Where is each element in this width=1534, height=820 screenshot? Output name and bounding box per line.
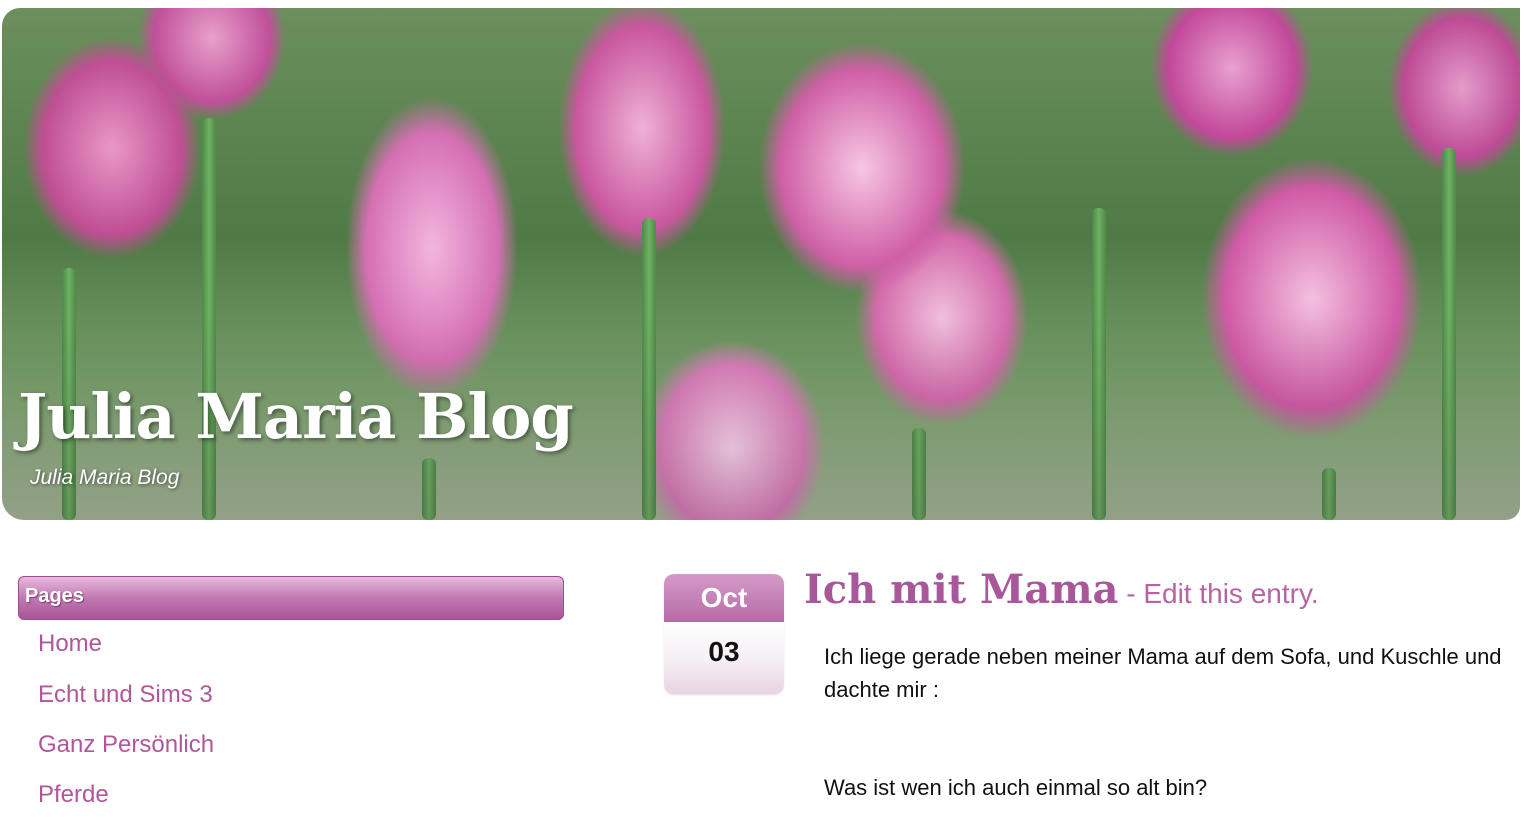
post-date-badge: Oct 03	[664, 574, 784, 694]
post-title-separator: -	[1118, 578, 1144, 609]
post-date-day: 03	[664, 622, 784, 694]
sidebar: Pages Home Echt und Sims 3 Ganz Persönli…	[18, 576, 564, 820]
post-paragraph: Was ist wen ich auch einmal so alt bin?	[824, 775, 1208, 800]
sidebar-item-home[interactable]: Home	[18, 620, 564, 670]
pages-list: Home Echt und Sims 3 Ganz Persönlich Pfe…	[18, 620, 564, 820]
sidebar-item-echt-und-sims-3[interactable]: Echt und Sims 3	[18, 670, 564, 720]
post-header: Ich mit Mama - Edit this entry.	[804, 566, 1319, 613]
post-title[interactable]: Ich mit Mama	[804, 566, 1118, 613]
post-date-month: Oct	[664, 574, 784, 622]
site-title[interactable]: Julia Maria Blog	[18, 380, 574, 453]
sidebar-heading: Pages	[18, 576, 564, 620]
sidebar-item-ganz-persoenlich[interactable]: Ganz Persönlich	[18, 720, 564, 770]
header-banner: Julia Maria Blog Julia Maria Blog	[2, 8, 1520, 520]
post-body: Ich liege gerade neben meiner Mama auf d…	[824, 640, 1524, 804]
site-tagline: Julia Maria Blog	[30, 466, 180, 489]
post-paragraph: Ich liege gerade neben meiner Mama auf d…	[824, 644, 1502, 702]
edit-entry-link[interactable]: Edit this entry.	[1143, 578, 1318, 609]
sidebar-item-pferde[interactable]: Pferde	[18, 770, 564, 820]
